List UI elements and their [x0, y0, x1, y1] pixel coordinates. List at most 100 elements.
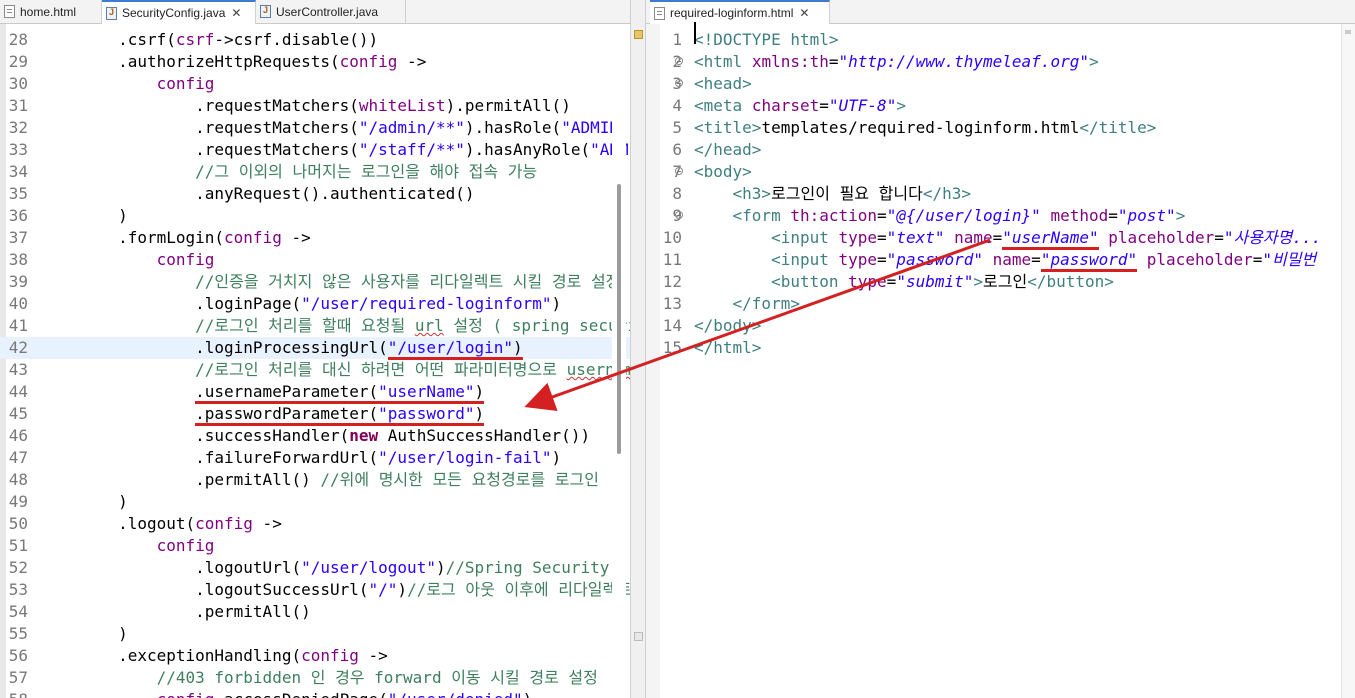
code-text: .csrf(csrf->csrf.disable()) [41, 30, 379, 49]
code-line[interactable]: 2 <html xmlns:th="http://www.thymeleaf.or… [646, 51, 1355, 73]
code-text: .successHandler(new AuthSuccessHandler()… [41, 426, 591, 445]
code-line[interactable]: 40 .loginPage("/user/required-loginform"… [0, 293, 630, 315]
code-line[interactable]: 1 <!DOCTYPE html> [646, 29, 1355, 51]
left-scrollbar-thumb[interactable] [617, 184, 621, 454]
code-line[interactable]: 7 <body> [646, 161, 1355, 183]
left-editor-scrollbar[interactable] [612, 24, 626, 698]
code-line[interactable]: 43 //로그인 처리를 대신 하려면 어떤 파라미터명으로 username [0, 359, 630, 381]
editor-split-divider[interactable] [630, 0, 646, 698]
editor-tab-label: home.html [20, 4, 77, 19]
code-text: //403 forbidden 인 경우 forward 이동 시킬 경로 설정 [156, 668, 598, 687]
code-line[interactable]: 55 ) [0, 623, 630, 645]
code-text: config [156, 74, 215, 93]
code-line[interactable]: 4 <meta charset="UTF-8"> [646, 95, 1355, 117]
code-line[interactable]: 48 .permitAll() //위에 명시한 모든 요청경로를 로그인 [0, 469, 630, 491]
code-line[interactable]: 41 //로그인 처리를 할때 요청될 url 설정 ( spring secu… [0, 315, 630, 337]
code-text: <button type="submit">로그인</button> [771, 272, 1114, 291]
right-editor-code[interactable]: 1 <!DOCTYPE html> 2 <html xmlns:th="http://… [646, 29, 1355, 359]
code-line[interactable]: 8 <h3>로그인이 필요 합니다</h3> [646, 183, 1355, 205]
line-number: 58 [2, 689, 28, 698]
editor-tab[interactable]: SecurityConfig.java ✕ [102, 0, 256, 24]
code-line[interactable]: 56 .exceptionHandling(config -> [0, 645, 630, 667]
code-line[interactable]: 53 .logoutSuccessUrl("/")//로그 아웃 이후에 리다일… [0, 579, 630, 601]
right-editor-scrollbar[interactable] [1341, 24, 1355, 698]
left-editor-tabbar: home.html SecurityConfig.java ✕ UserControl… [0, 0, 630, 24]
code-line[interactable]: 30 config [0, 73, 630, 95]
code-line[interactable]: 33 .requestMatchers("/staff/**").hasAnyR… [0, 139, 630, 161]
code-text: //그 이외의 나머지는 로그인을 해야 접속 가능 [195, 162, 538, 181]
code-line[interactable]: 14 </body> [646, 315, 1355, 337]
html-file-icon [4, 5, 15, 18]
code-line[interactable]: 38 config [0, 249, 630, 271]
code-line[interactable]: 37 .formLogin(config -> [0, 227, 630, 249]
code-line[interactable]: 45 .passwordParameter("password") [0, 403, 630, 426]
code-text: config.accessDeniedPage("/user/denied") [41, 689, 533, 698]
line-number: 36 [8, 206, 28, 225]
code-text: .anyRequest().authenticated() [41, 184, 475, 203]
code-text: config [156, 250, 215, 269]
line-number: 47 [8, 448, 28, 467]
code-line[interactable]: 52 .logoutUrl("/user/logout")//Spring Se… [0, 557, 630, 579]
line-number: 48 [8, 470, 28, 489]
code-line[interactable]: 11 <input type="password" name="password… [646, 249, 1355, 272]
code-line[interactable]: 46 .successHandler(new AuthSuccessHandle… [0, 425, 630, 447]
line-number: 52 [8, 558, 28, 577]
close-tab-icon[interactable]: ✕ [799, 6, 809, 20]
line-number: 34 [8, 162, 28, 181]
code-line[interactable]: 6 </head> [646, 139, 1355, 161]
code-line[interactable]: 34 //그 이외의 나머지는 로그인을 해야 접속 가능 [0, 161, 630, 183]
line-number: 56 [8, 646, 28, 665]
line-number: 41 [8, 316, 28, 335]
code-line[interactable]: 57 //403 forbidden 인 경우 forward 이동 시킬 경로… [0, 667, 630, 689]
fold-toggle-icon[interactable] [675, 211, 683, 219]
editor-tab[interactable]: required-loginform.html ✕ [650, 0, 830, 24]
line-number: 33 [8, 140, 28, 159]
code-text: .loginProcessingUrl("/user/login") [41, 337, 523, 360]
code-line[interactable]: 47 .failureForwardUrl("/user/login-fail"… [0, 447, 630, 469]
code-line[interactable]: 44 .usernameParameter("userName") [0, 381, 630, 404]
code-line[interactable]: 29 .authorizeHttpRequests(config -> [0, 51, 630, 73]
line-number: 14 [662, 316, 682, 335]
line-number: 11 [662, 250, 682, 269]
line-number: 49 [8, 492, 28, 511]
code-line[interactable]: 31 .requestMatchers(whiteList).permitAll… [0, 95, 630, 117]
code-line[interactable]: 36 ) [0, 205, 630, 227]
code-line[interactable]: 32 .requestMatchers("/admin/**").hasRole… [0, 117, 630, 139]
left-editor-pane[interactable]: home.html SecurityConfig.java ✕ UserControl… [0, 0, 630, 698]
html-file-icon [654, 6, 665, 20]
warning-marker-icon[interactable] [634, 30, 643, 39]
editor-tab-label: SecurityConfig.java [122, 6, 226, 20]
code-line[interactable]: 10 <input type="text" name="userName" pl… [646, 227, 1355, 250]
code-line[interactable]: 42 .loginProcessingUrl("/user/login") [0, 337, 630, 360]
editor-tab[interactable]: home.html [0, 0, 102, 23]
code-line[interactable]: 35 .anyRequest().authenticated() [0, 183, 630, 205]
right-editor-pane[interactable]: required-loginform.html ✕ 1 <!DOCTYPE html… [646, 0, 1355, 698]
close-tab-icon[interactable]: ✕ [231, 6, 241, 20]
code-line[interactable]: 49 ) [0, 491, 630, 513]
code-line[interactable]: 5 <title>templates/required-loginform.htm… [646, 117, 1355, 139]
line-number: 31 [8, 96, 28, 115]
code-line[interactable]: 51 config [0, 535, 630, 557]
left-editor-code[interactable]: 28 .csrf(csrf->csrf.disable()) 29 .author… [0, 29, 630, 698]
code-line[interactable]: 54 .permitAll() [0, 601, 630, 623]
code-line[interactable]: 9 <form th:action="@{/user/login}" metho… [646, 205, 1355, 227]
code-line[interactable]: 15 </html> [646, 337, 1355, 359]
code-line[interactable]: 12 <button type="submit">로그인</button> [646, 271, 1355, 293]
line-number: 4 [672, 96, 682, 115]
code-text: .requestMatchers(whiteList).permitAll() [41, 96, 571, 115]
code-line[interactable]: 28 .csrf(csrf->csrf.disable()) [0, 29, 630, 51]
code-line[interactable]: 39 //인증을 거치지 않은 사용자를 리다일렉트 시킬 경로 설정 [0, 271, 630, 293]
code-line[interactable]: 13 </form> [646, 293, 1355, 315]
line-number: 43 [8, 360, 28, 379]
code-text: </html> [694, 338, 762, 357]
line-number: 30 [8, 74, 28, 93]
code-text: <html xmlns:th="http://www.thymeleaf.org… [694, 52, 1099, 71]
fold-toggle-icon[interactable] [675, 79, 683, 87]
code-line[interactable]: 3 <head> [646, 73, 1355, 95]
code-line[interactable]: 58 config.accessDeniedPage("/user/denied… [0, 689, 630, 698]
editor-tab[interactable]: UserController.java [256, 0, 406, 23]
fold-toggle-icon[interactable] [675, 167, 683, 175]
code-text: config [156, 536, 215, 555]
code-line[interactable]: 50 .logout(config -> [0, 513, 630, 535]
fold-toggle-icon[interactable] [675, 57, 683, 65]
